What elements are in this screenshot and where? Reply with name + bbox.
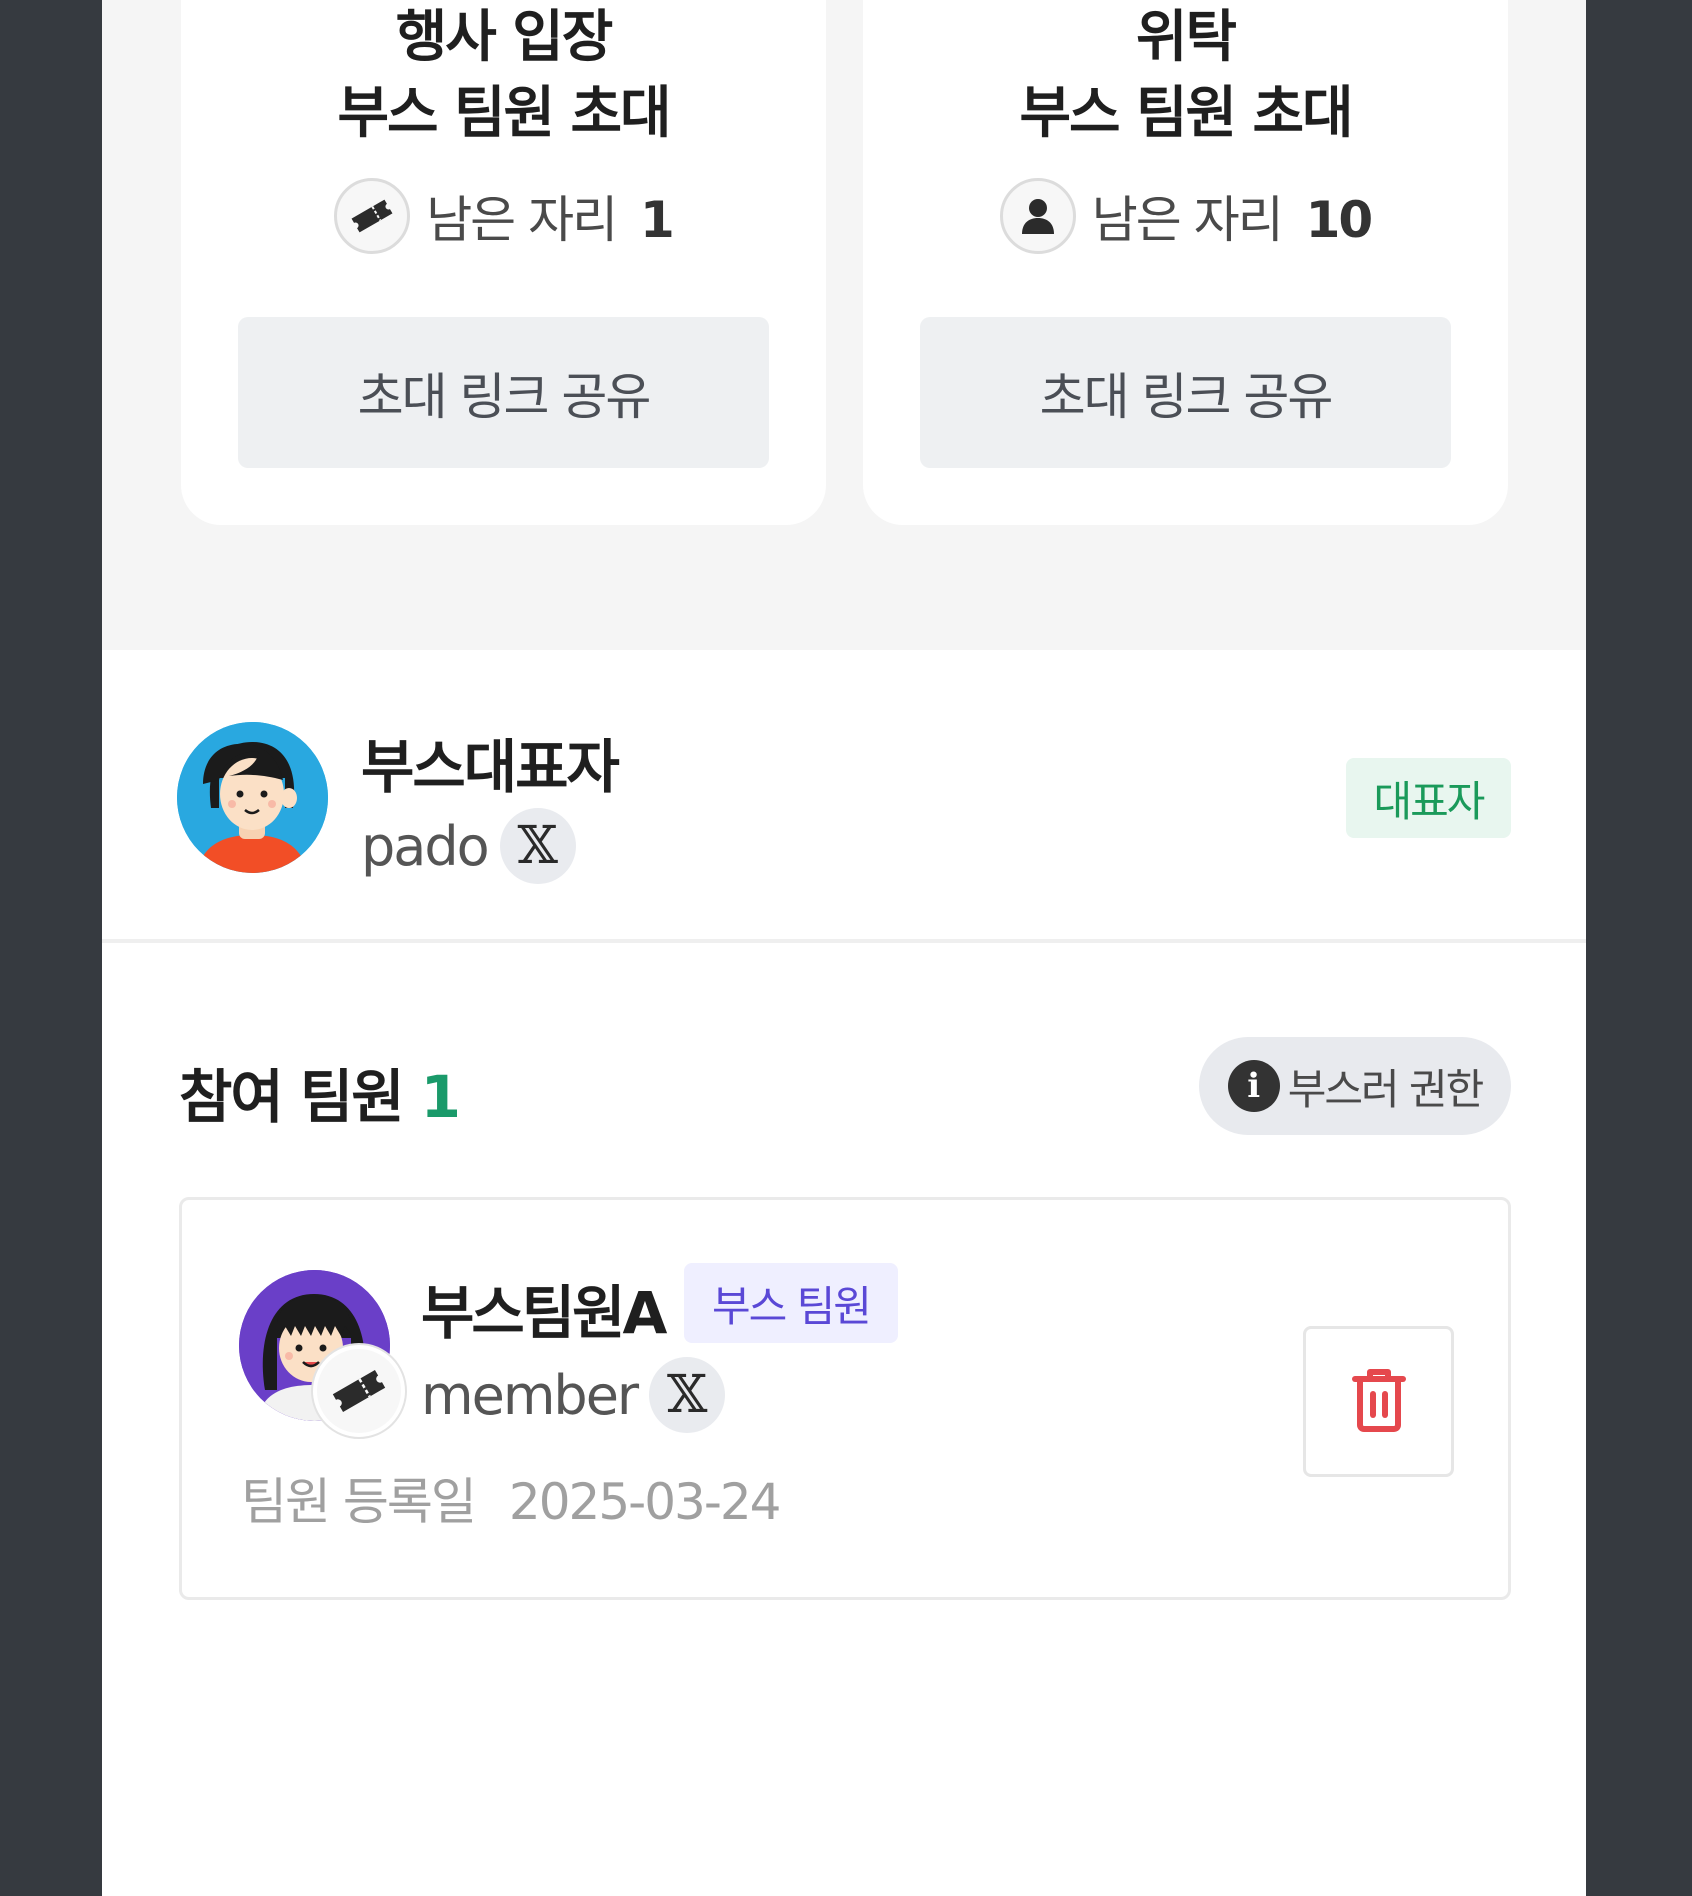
ticket-icon — [334, 178, 411, 254]
seats-label: 남은 자리 — [426, 191, 618, 249]
invite-section: 행사 입장 부스 팀원 초대 남은 자리 1 초대 링크 공유 위탁 부스 팀원… — [102, 0, 1586, 650]
booth-owner-row: 부스대표자 pado 𝕏 대표자 — [102, 650, 1586, 943]
user-icon — [999, 178, 1076, 254]
invite-card-title-line1: 행사 입장 — [395, 5, 614, 70]
registration-label: 팀원 등록일 — [241, 1473, 477, 1531]
delete-member-button[interactable] — [1303, 1326, 1454, 1477]
permission-info-button[interactable]: i 부스러 권한 — [1199, 1037, 1511, 1135]
owner-handle-row: pado 𝕏 — [361, 808, 576, 884]
permission-label: 부스러 권한 — [1287, 1064, 1485, 1114]
members-count: 1 — [420, 1063, 461, 1131]
remaining-seats: 남은 자리 1 — [181, 178, 826, 254]
owner-name: 부스대표자 — [361, 733, 620, 801]
x-logo-icon[interactable]: 𝕏 — [649, 1357, 726, 1433]
member-card: 부스팀원A 부스 팀원 member 𝕏 팀원 등록일 2025-03-24 — [179, 1197, 1511, 1600]
seats-label: 남은 자리 — [1091, 191, 1284, 249]
members-section-title: 참여 팀원 1 — [179, 1050, 461, 1134]
trash-icon — [1351, 1367, 1407, 1437]
info-icon: i — [1227, 1060, 1280, 1112]
invite-card-event-entry: 행사 입장 부스 팀원 초대 남은 자리 1 초대 링크 공유 — [181, 0, 826, 525]
member-name: 부스팀원A — [421, 1279, 667, 1347]
booth-team-page: 행사 입장 부스 팀원 초대 남은 자리 1 초대 링크 공유 위탁 부스 팀원… — [102, 0, 1586, 1896]
invite-card-consignment: 위탁 부스 팀원 초대 남은 자리 10 초대 링크 공유 — [863, 0, 1508, 525]
owner-handle: pado — [361, 814, 490, 878]
share-invite-link-button[interactable]: 초대 링크 공유 — [238, 317, 769, 468]
x-logo-icon[interactable]: 𝕏 — [499, 808, 576, 884]
representative-badge: 대표자 — [1346, 758, 1511, 838]
invite-card-title-line1: 위탁 — [1135, 5, 1237, 70]
members-title: 참여 팀원 — [179, 1063, 405, 1131]
invite-card-title-line2: 부스 팀원 초대 — [1019, 81, 1353, 146]
share-invite-link-button[interactable]: 초대 링크 공유 — [920, 317, 1451, 468]
registration-row: 팀원 등록일 2025-03-24 — [241, 1462, 782, 1534]
owner-avatar — [177, 722, 328, 873]
registration-date: 2025-03-24 — [508, 1473, 782, 1531]
seats-count: 1 — [640, 191, 675, 249]
member-handle: member — [421, 1363, 639, 1427]
invite-card-title-line2: 부스 팀원 초대 — [337, 81, 671, 146]
remaining-seats: 남은 자리 10 — [863, 178, 1508, 254]
member-handle-row: member 𝕏 — [421, 1357, 726, 1433]
seats-count: 10 — [1305, 191, 1374, 249]
ticket-icon — [313, 1345, 405, 1437]
role-badge: 부스 팀원 — [684, 1263, 898, 1343]
